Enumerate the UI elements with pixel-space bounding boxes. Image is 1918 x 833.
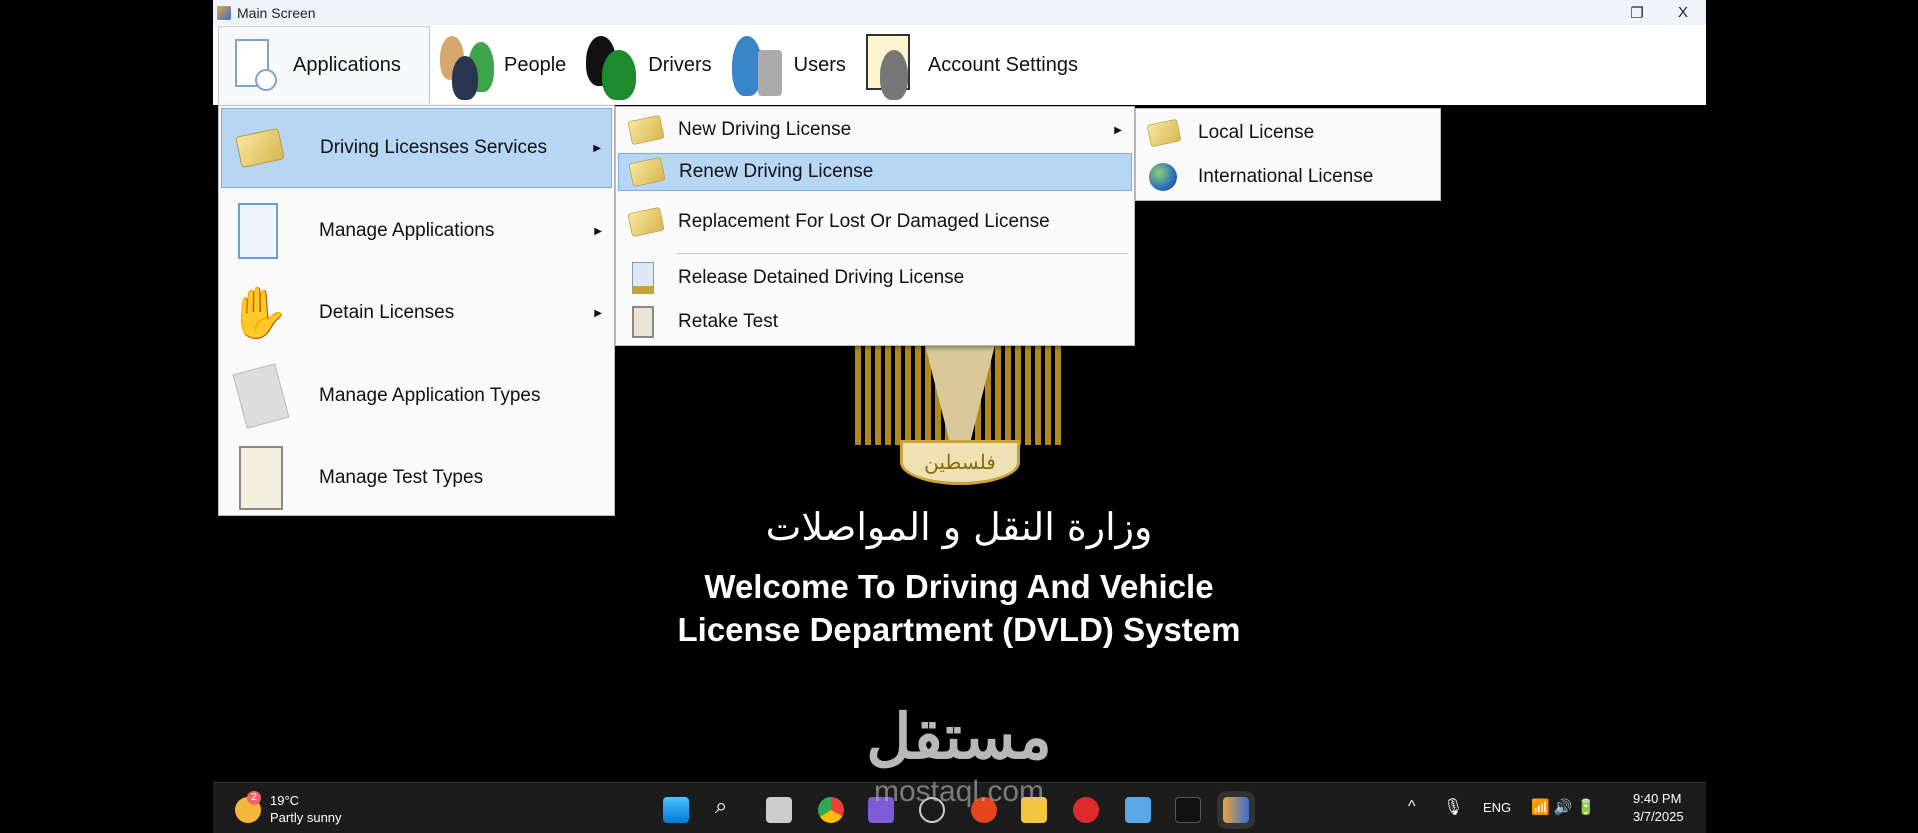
submenu-arrow-icon: ▶ xyxy=(594,307,602,319)
menu-item-international-license[interactable]: International License xyxy=(1138,157,1438,197)
menu-separator xyxy=(676,253,1128,254)
hand-stop-icon: ✋ xyxy=(227,284,291,341)
menu-item-label: Replacement For Lost Or Damaged License xyxy=(678,211,1050,232)
people-icon xyxy=(438,30,498,100)
close-button[interactable]: X xyxy=(1660,0,1706,25)
menu-label: People xyxy=(504,53,567,76)
menu-item-label: Renew Driving License xyxy=(679,161,874,182)
manage-applications-icon xyxy=(233,199,283,263)
welcome-line-1: Welcome To Driving And Vehicle xyxy=(704,568,1214,605)
application-types-icon xyxy=(232,361,290,431)
retake-test-icon xyxy=(628,304,658,340)
menu-item-label: Manage Application Types xyxy=(319,385,541,406)
menu-users[interactable]: Users xyxy=(720,26,854,104)
menu-item-retake-test[interactable]: Retake Test xyxy=(618,301,1132,343)
menu-item-label: Manage Test Types xyxy=(319,467,484,488)
menu-label: Drivers xyxy=(648,53,712,76)
menu-item-label: Local License xyxy=(1198,122,1315,143)
license-card-icon xyxy=(627,206,665,238)
menu-item-new-driving-license[interactable]: New Driving License ▶ xyxy=(618,111,1132,149)
license-card-icon xyxy=(628,156,666,188)
menu-item-detain-licenses[interactable]: ✋ Detain Licenses ▶ xyxy=(221,273,612,353)
menu-account-settings[interactable]: Account Settings xyxy=(854,26,1086,104)
account-settings-icon xyxy=(862,30,922,100)
menu-label: Account Settings xyxy=(927,53,1078,76)
menu-item-label: Retake Test xyxy=(678,311,778,332)
license-card-icon xyxy=(627,114,665,146)
license-card-icon xyxy=(230,118,290,178)
emblem-text: فلسطين xyxy=(900,440,1020,485)
clock-date[interactable]: 3/7/2025 xyxy=(1633,809,1684,824)
drivers-icon xyxy=(582,30,642,100)
menu-item-driving-license-services[interactable]: Driving Licesnses Services ▶ xyxy=(221,108,612,188)
window-title: Main Screen xyxy=(237,4,316,21)
menu-drivers[interactable]: Drivers xyxy=(574,26,719,104)
menu-item-label: International License xyxy=(1198,166,1374,187)
menu-label: Applications xyxy=(293,54,401,76)
menu-item-manage-application-types[interactable]: Manage Application Types xyxy=(221,356,612,436)
menu-item-local-license[interactable]: Local License xyxy=(1138,113,1438,153)
menu-people[interactable]: People xyxy=(430,26,574,104)
menu-item-label: Detain Licenses xyxy=(319,302,455,323)
submenu-arrow-icon: ▶ xyxy=(594,225,602,237)
applications-icon xyxy=(227,31,287,101)
new-driving-license-menu: Local License International License xyxy=(1135,108,1441,201)
menu-item-manage-test-types[interactable]: Manage Test Types xyxy=(221,438,612,518)
menu-item-renew-driving-license[interactable]: Renew Driving License xyxy=(618,153,1132,191)
menu-item-replacement-license[interactable]: Replacement For Lost Or Damaged License xyxy=(618,199,1132,245)
menu-item-label: New Driving License xyxy=(678,119,852,140)
watermark-arabic: مستقل xyxy=(866,703,1052,772)
welcome-line-2: License Department (DVLD) System xyxy=(677,611,1241,648)
applications-menu: Driving Licesnses Services ▶ Manage Appli… xyxy=(218,105,615,516)
menu-item-manage-applications[interactable]: Manage Applications ▶ xyxy=(221,191,612,271)
driving-license-services-menu: New Driving License ▶ Renew Driving Licen… xyxy=(615,106,1135,346)
menu-item-label: Release Detained Driving License xyxy=(678,267,965,288)
users-icon xyxy=(728,30,788,100)
test-types-clipboard-icon xyxy=(233,443,289,513)
submenu-arrow-icon: ▶ xyxy=(593,142,601,154)
watermark-latin: mostaql.com xyxy=(873,775,1045,808)
restore-icon: ❐ xyxy=(1630,4,1644,22)
weather-desc: Partly sunny xyxy=(270,810,342,825)
menu-item-label: Manage Applications xyxy=(319,220,495,241)
menu-label: Users xyxy=(793,53,846,76)
globe-icon xyxy=(1148,162,1178,192)
restore-button[interactable]: ❐ xyxy=(1614,0,1660,25)
submenu-arrow-icon: ▶ xyxy=(1114,124,1122,136)
menu-bar: Applications People Drivers Users Accoun… xyxy=(213,25,1706,105)
license-card-icon xyxy=(1146,118,1182,148)
release-license-icon xyxy=(628,260,658,296)
menu-item-label: Driving Licesnses Services xyxy=(320,137,548,158)
title-bar: Main Screen ❐ X xyxy=(213,0,1706,25)
menu-item-release-detained-license[interactable]: Release Detained Driving License xyxy=(618,257,1132,299)
menu-applications[interactable]: Applications xyxy=(218,26,430,104)
palestine-emblem: فلسطين xyxy=(855,345,1065,485)
app-icon xyxy=(217,5,231,20)
